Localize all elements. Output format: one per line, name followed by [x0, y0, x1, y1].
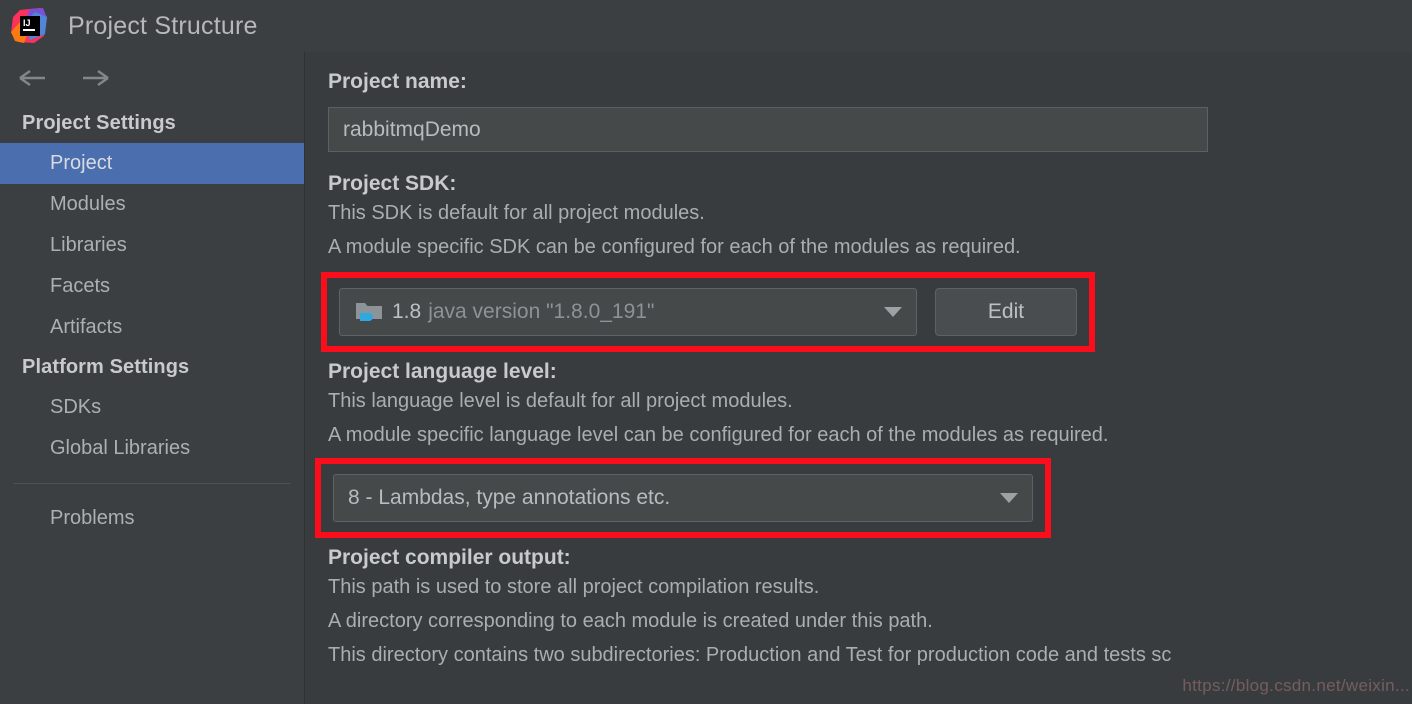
forward-button[interactable] [76, 63, 114, 93]
sidebar-group-header-project-settings: Project Settings [22, 112, 176, 134]
sidebar-group-header-platform-settings: Platform Settings [22, 356, 190, 378]
title-bar: IJ Project Structure [0, 0, 1412, 52]
project-compiler-output-desc-line2: A directory corresponding to each module… [328, 610, 933, 632]
sidebar-item-libraries[interactable]: Libraries [0, 225, 304, 266]
chevron-down-icon[interactable] [884, 307, 902, 317]
edit-sdk-button[interactable]: Edit [935, 288, 1077, 336]
project-sdk-detail: java version "1.8.0_191" [428, 300, 655, 323]
project-language-level-label: Project language level: [328, 360, 557, 383]
project-sdk-desc-line1: This SDK is default for all project modu… [328, 202, 705, 224]
project-name-input[interactable]: rabbitmqDemo [328, 107, 1208, 152]
sidebar-item-global-libraries[interactable]: Global Libraries [0, 428, 304, 469]
sidebar: Project Settings Project Modules Librari… [0, 52, 305, 704]
sidebar-item-problems[interactable]: Problems [0, 498, 304, 539]
arrow-right-icon [79, 68, 111, 88]
project-sdk-highlight: 1.8 java version "1.8.0_191" Edit [321, 272, 1095, 352]
project-sdk-desc-line2: A module specific SDK can be configured … [328, 236, 1021, 258]
project-compiler-output-desc-line1: This path is used to store all project c… [328, 576, 820, 598]
project-sdk-row: 1.8 java version "1.8.0_191" Edit [339, 288, 1077, 336]
navigation-bar [0, 52, 304, 104]
project-sdk-name: 1.8 [392, 300, 422, 323]
project-compiler-output-label: Project compiler output: [328, 546, 571, 569]
sidebar-item-facets[interactable]: Facets [0, 266, 304, 307]
project-structure-dialog: IJ Project Structure Project Settings Pr… [0, 0, 1412, 704]
svg-text:IJ: IJ [23, 18, 31, 28]
window-title: Project Structure [68, 11, 258, 40]
back-button[interactable] [14, 63, 52, 93]
project-name-label: Project name: [328, 70, 467, 93]
sidebar-item-sdks[interactable]: SDKs [0, 387, 304, 428]
project-language-level-value: 8 - Lambdas, type annotations etc. [348, 486, 671, 509]
project-language-level-highlight: 8 - Lambdas, type annotations etc. [315, 458, 1051, 538]
project-language-level-dropdown[interactable]: 8 - Lambdas, type annotations etc. [333, 474, 1033, 522]
project-sdk-label: Project SDK: [328, 172, 457, 195]
project-language-level-desc-line2: A module specific language level can be … [328, 424, 1109, 446]
project-sdk-dropdown[interactable]: 1.8 java version "1.8.0_191" [339, 288, 917, 336]
jdk-folder-icon [354, 299, 384, 325]
project-language-level-desc-line1: This language level is default for all p… [328, 390, 793, 412]
intellij-idea-logo: IJ [10, 8, 48, 44]
main-panel: Project name: rabbitmqDemo Project SDK: … [306, 52, 1412, 704]
sidebar-item-modules[interactable]: Modules [0, 184, 304, 225]
arrow-left-icon [17, 68, 49, 88]
chevron-down-icon[interactable] [1000, 493, 1018, 503]
sidebar-item-project[interactable]: Project [0, 143, 304, 184]
project-compiler-output-desc-line3: This directory contains two subdirectori… [328, 644, 1172, 666]
sidebar-divider [14, 483, 290, 484]
sidebar-item-artifacts[interactable]: Artifacts [0, 307, 304, 348]
